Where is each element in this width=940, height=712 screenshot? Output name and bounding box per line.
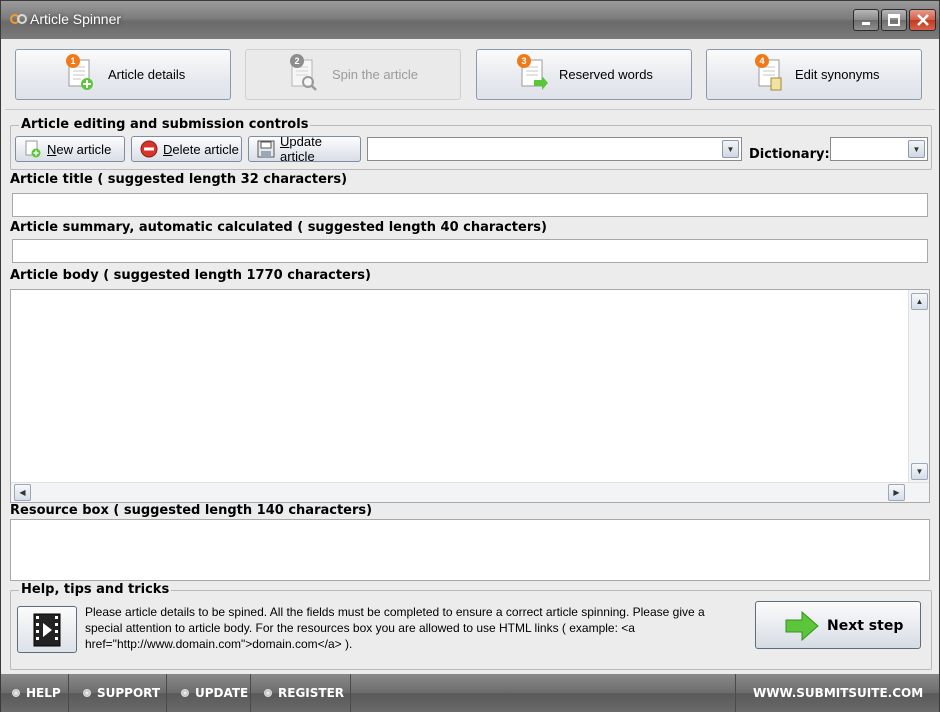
save-icon [257,140,275,158]
new-document-icon [25,140,41,158]
step-label: Reserved words [559,67,653,82]
mnemonic: U [280,134,290,149]
step-label: Edit synonyms [795,67,880,82]
support-link[interactable]: SUPPORT [69,674,167,712]
support-link-label: SUPPORT [97,686,161,700]
step-label: Article details [108,67,186,82]
bullet-icon [12,689,20,697]
close-icon [910,10,935,30]
update-link-label: UPDATE [195,686,249,700]
register-link[interactable]: REGISTER [251,674,351,712]
step-number-badge: 1 [66,54,80,68]
article-select[interactable]: ▼ [367,137,742,161]
wizard-steps: 1 Article details 2 Spin the article 3 R… [5,40,935,110]
dictionary-label: Dictionary: [749,147,830,162]
vertical-scrollbar[interactable]: ▲ ▼ [908,290,929,483]
dropdown-arrow-icon[interactable]: ▼ [908,140,925,158]
article-body-textarea[interactable]: ▲ ▼ ◀ ▶ [10,289,930,503]
article-summary-input[interactable] [12,239,928,263]
step-label: Spin the article [332,67,418,82]
resource-box-textarea[interactable] [10,519,930,581]
mnemonic: D [163,141,173,157]
minimize-icon [854,10,878,30]
resource-box-label: Resource box ( suggested length 140 char… [10,503,373,518]
scroll-right-icon[interactable]: ▶ [888,484,905,501]
close-button[interactable] [909,9,936,31]
article-summary-label: Article summary, automatic calculated ( … [10,220,547,235]
bullet-icon [264,689,272,697]
update-link[interactable]: UPDATE [167,674,251,712]
window-title: Article Spinner [30,11,122,27]
button-label: ew article [56,141,112,157]
delete-icon [140,140,158,158]
maximize-icon [882,10,906,30]
group-title: Article editing and submission controls [19,117,311,132]
step-number-badge: 3 [517,54,531,68]
help-link[interactable]: HELP [1,674,69,712]
article-title-input[interactable] [12,193,928,217]
scroll-left-icon[interactable]: ◀ [14,484,31,501]
delete-article-button[interactable]: Delete article [131,136,242,162]
website-link-label: WWW.SUBMITSUITE.COM [753,686,924,700]
horizontal-scrollbar[interactable]: ◀ ▶ [11,482,929,502]
register-link-label: REGISTER [278,686,345,700]
new-article-button[interactable]: New article [15,136,125,162]
bullet-icon [181,689,189,697]
dictionary-select[interactable]: ▼ [830,137,928,161]
help-link-label: HELP [26,686,61,700]
step-article-details-button[interactable]: 1 Article details [15,49,231,100]
maximize-button[interactable] [881,9,907,31]
dropdown-arrow-icon[interactable]: ▼ [722,140,739,158]
title-bar[interactable]: Article Spinner [1,1,939,39]
update-article-button[interactable]: Update article [248,134,361,164]
step-spin-article-button[interactable]: 2 Spin the article [245,49,461,100]
arrow-right-icon [785,610,819,642]
app-window: Article Spinner 1 Article details 2 Spin… [0,0,940,712]
help-text: Please article details to be spined. All… [85,605,705,651]
website-link[interactable]: WWW.SUBMITSUITE.COM [735,674,939,712]
button-label: elete article [172,141,239,157]
next-step-label: Next step [827,618,904,634]
group-title: Help, tips and tricks [19,582,172,597]
video-help-button[interactable] [17,606,77,653]
scroll-down-icon[interactable]: ▼ [911,463,928,480]
article-body-label: Article body ( suggested length 1770 cha… [10,268,371,283]
next-step-button[interactable]: Next step [755,601,921,649]
step-number-badge: 2 [290,54,304,68]
app-logo-icon [10,14,27,24]
bottom-bar: HELP SUPPORT UPDATE REGISTER WWW.SUBMITS… [1,674,939,712]
mnemonic: N [47,141,57,157]
video-play-icon [33,613,61,646]
article-title-label: Article title ( suggested length 32 char… [10,172,348,187]
step-number-badge: 4 [755,54,769,68]
step-reserved-words-button[interactable]: 3 Reserved words [476,49,692,100]
step-edit-synonyms-button[interactable]: 4 Edit synonyms [706,49,922,100]
scroll-up-icon[interactable]: ▲ [911,293,928,310]
bullet-icon [83,689,91,697]
minimize-button[interactable] [853,9,879,31]
